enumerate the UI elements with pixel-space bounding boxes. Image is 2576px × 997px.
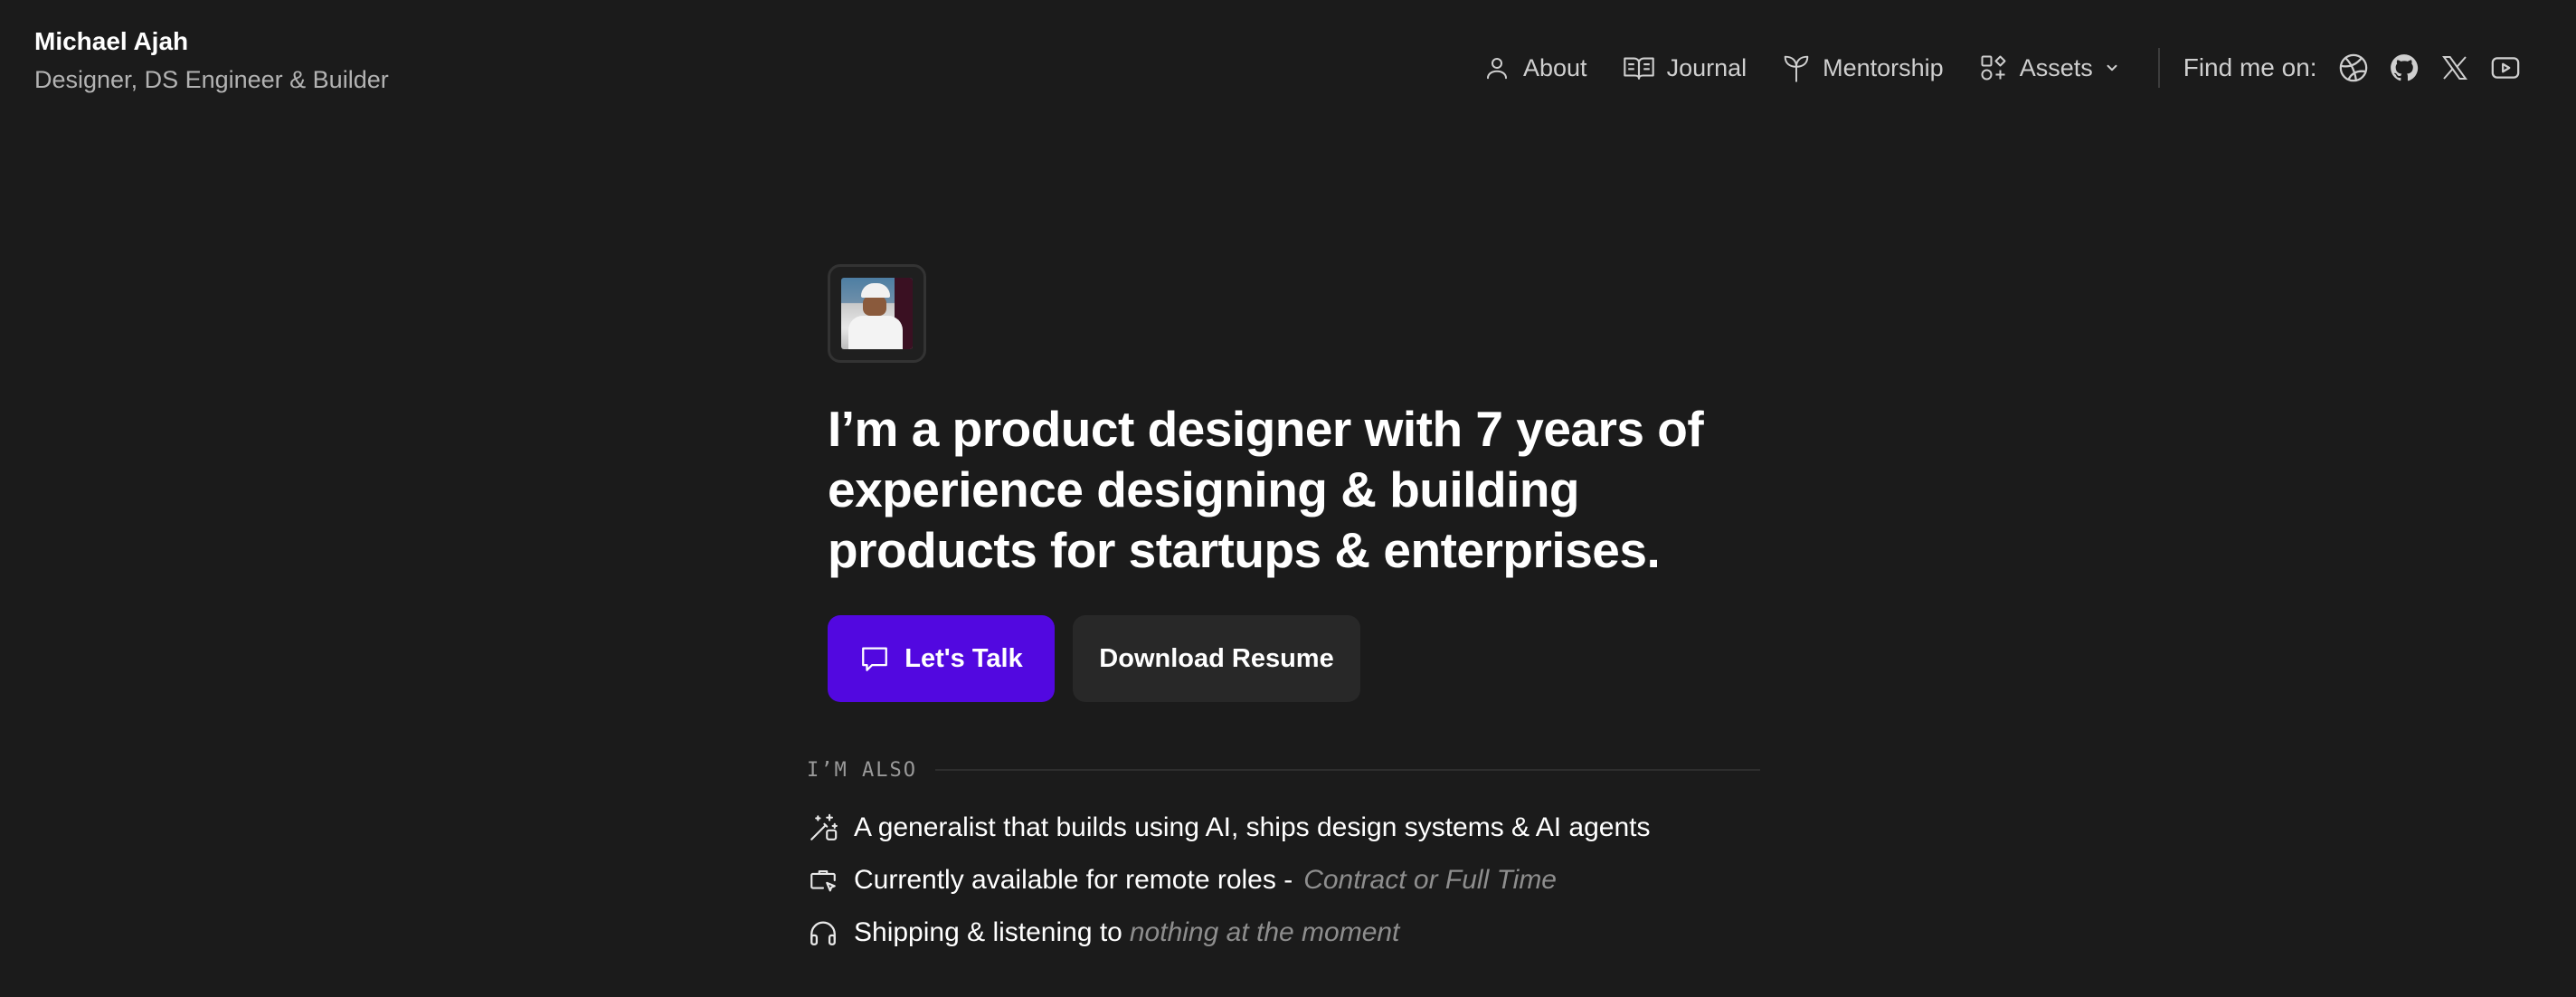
book-open-icon [1623, 57, 1654, 80]
avatar [841, 278, 913, 349]
briefcase-cursor-icon [807, 864, 839, 897]
dribbble-link[interactable] [2335, 50, 2372, 86]
nav-journal[interactable]: Journal [1623, 53, 1747, 82]
nav-divider [2157, 48, 2160, 88]
youtube-link[interactable] [2487, 50, 2524, 86]
also-divider [934, 769, 1760, 771]
social-links [2335, 50, 2538, 86]
youtube-icon [2491, 57, 2519, 79]
also-title: I’M ALSO [807, 758, 917, 782]
find-me-label: Find me on: [2183, 53, 2317, 81]
also-item-available-text: Currently available for remote roles - [854, 865, 1293, 895]
also-item-listening-muted: nothing at the moment [1129, 917, 1400, 947]
nav-mentorship[interactable]: Mentorship [1783, 53, 1944, 82]
nav-assets[interactable]: Assets [1980, 54, 2120, 82]
shapes-icon [1981, 55, 2006, 81]
cta-row: Let's Talk Download Resume [828, 615, 1768, 702]
sprout-icon [1784, 55, 1809, 82]
download-resume-button[interactable]: Download Resume [1073, 615, 1360, 702]
also-header: I’M ALSO [807, 756, 1760, 783]
brand-name: Michael Ajah [34, 27, 189, 55]
nav-assets-label: Assets [2019, 53, 2093, 81]
brand-role: Designer, DS Engineer & Builder [34, 66, 389, 93]
also-item-listening-text: Shipping & listening to [854, 917, 1122, 947]
message-square-icon [862, 647, 888, 671]
github-icon [2390, 54, 2418, 81]
main-nav: About Journal Mentorship Assets Find me … [1483, 45, 2538, 90]
lets-talk-label: Let's Talk [904, 643, 1023, 673]
x-link[interactable] [2437, 50, 2473, 86]
nav-journal-label: Journal [1666, 53, 1747, 81]
also-list: A generalist that builds using AI, ships… [807, 802, 1760, 959]
github-link[interactable] [2386, 50, 2422, 86]
x-icon [2441, 56, 2467, 80]
nav-mentorship-label: Mentorship [1823, 53, 1944, 81]
nav-about-label: About [1523, 53, 1587, 81]
also-item-generalist: A generalist that builds using AI, ships… [807, 802, 1760, 854]
hero-section: I’m a product designer with 7 years of e… [828, 264, 1768, 702]
also-item-listening: Shipping & listening to nothing at the m… [807, 907, 1760, 959]
avatar-frame [828, 264, 926, 363]
also-item-generalist-text: A generalist that builds using AI, ships… [854, 812, 1651, 842]
hero-headline: I’m a product designer with 7 years of e… [828, 401, 1704, 578]
also-item-available: Currently available for remote roles - C… [807, 854, 1760, 907]
user-icon [1487, 58, 1507, 80]
nav-about[interactable]: About [1483, 54, 1587, 82]
dribbble-icon [2339, 53, 2367, 82]
sparkle-wand-icon [807, 812, 839, 844]
brand[interactable]: Michael Ajah Designer, DS Engineer & Bui… [34, 25, 389, 96]
headphones-icon [807, 916, 839, 949]
also-item-available-muted: Contract or Full Time [1303, 865, 1557, 895]
also-section: I’M ALSO A generalist that builds using … [807, 756, 1760, 959]
chevron-down-icon [2107, 64, 2117, 71]
download-resume-label: Download Resume [1099, 643, 1334, 673]
lets-talk-button[interactable]: Let's Talk [828, 615, 1055, 702]
